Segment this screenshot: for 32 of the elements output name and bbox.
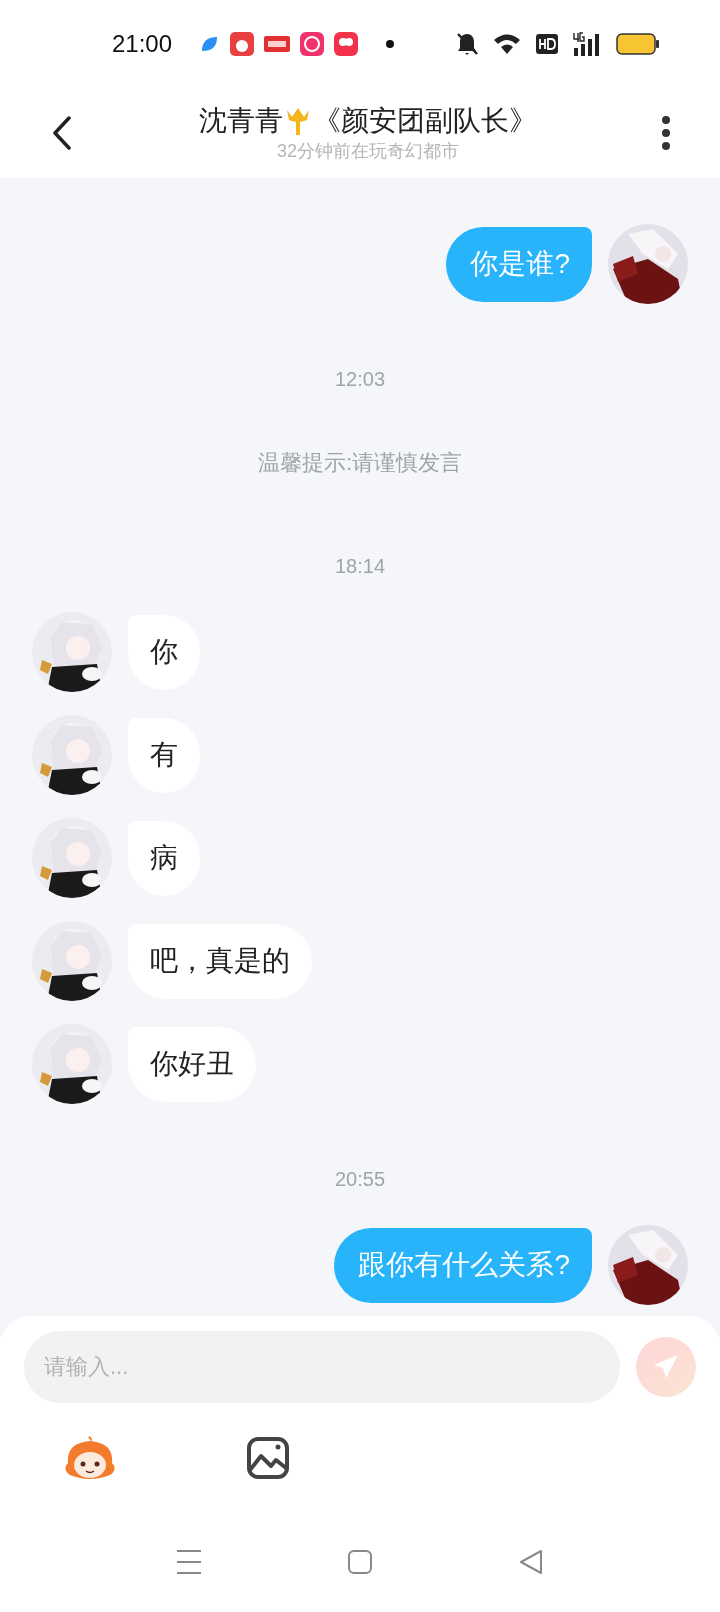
back-icon[interactable] — [518, 1549, 544, 1575]
message-bubble: 吧，真是的 — [128, 923, 312, 999]
hd-icon — [536, 34, 558, 54]
message-bubble: 你好丑 — [128, 1026, 256, 1102]
more-icon — [661, 115, 671, 151]
back-icon — [52, 116, 72, 150]
menu-icon[interactable] — [176, 1549, 202, 1575]
message-bubble: 你是谁? — [446, 226, 592, 302]
app-icon — [334, 32, 359, 56]
timestamp: 12:03 — [334, 367, 386, 392]
app-icon — [300, 32, 325, 56]
dot-icon — [386, 40, 395, 48]
message-bubble: 你 — [128, 614, 200, 690]
timestamp: 18:14 — [334, 554, 386, 579]
app-icon — [264, 36, 291, 52]
app-icon — [230, 32, 255, 56]
wifi-icon — [492, 32, 522, 56]
system-notice: 温馨提示:请谨慎发言 — [257, 449, 463, 477]
mute-icon — [456, 32, 478, 56]
message-input[interactable]: 请输入... — [24, 1331, 620, 1403]
message-bubble: 跟你有什么关系? — [334, 1227, 592, 1303]
chat-subtitle: 32分钟前在玩奇幻都市 — [277, 140, 459, 163]
home-icon[interactable] — [347, 1549, 373, 1575]
image-icon[interactable] — [246, 1436, 290, 1480]
status-time: 21:00 — [112, 29, 173, 59]
chat-title: 沈青青 — [199, 104, 283, 138]
chat-title: 《颜安团副队长》 — [313, 104, 537, 138]
message-bubble: 病 — [128, 820, 200, 896]
signal-icon — [572, 31, 602, 57]
message-bubble: 有 — [128, 717, 200, 793]
battery-icon — [616, 33, 660, 55]
timestamp: 20:55 — [334, 1167, 386, 1192]
